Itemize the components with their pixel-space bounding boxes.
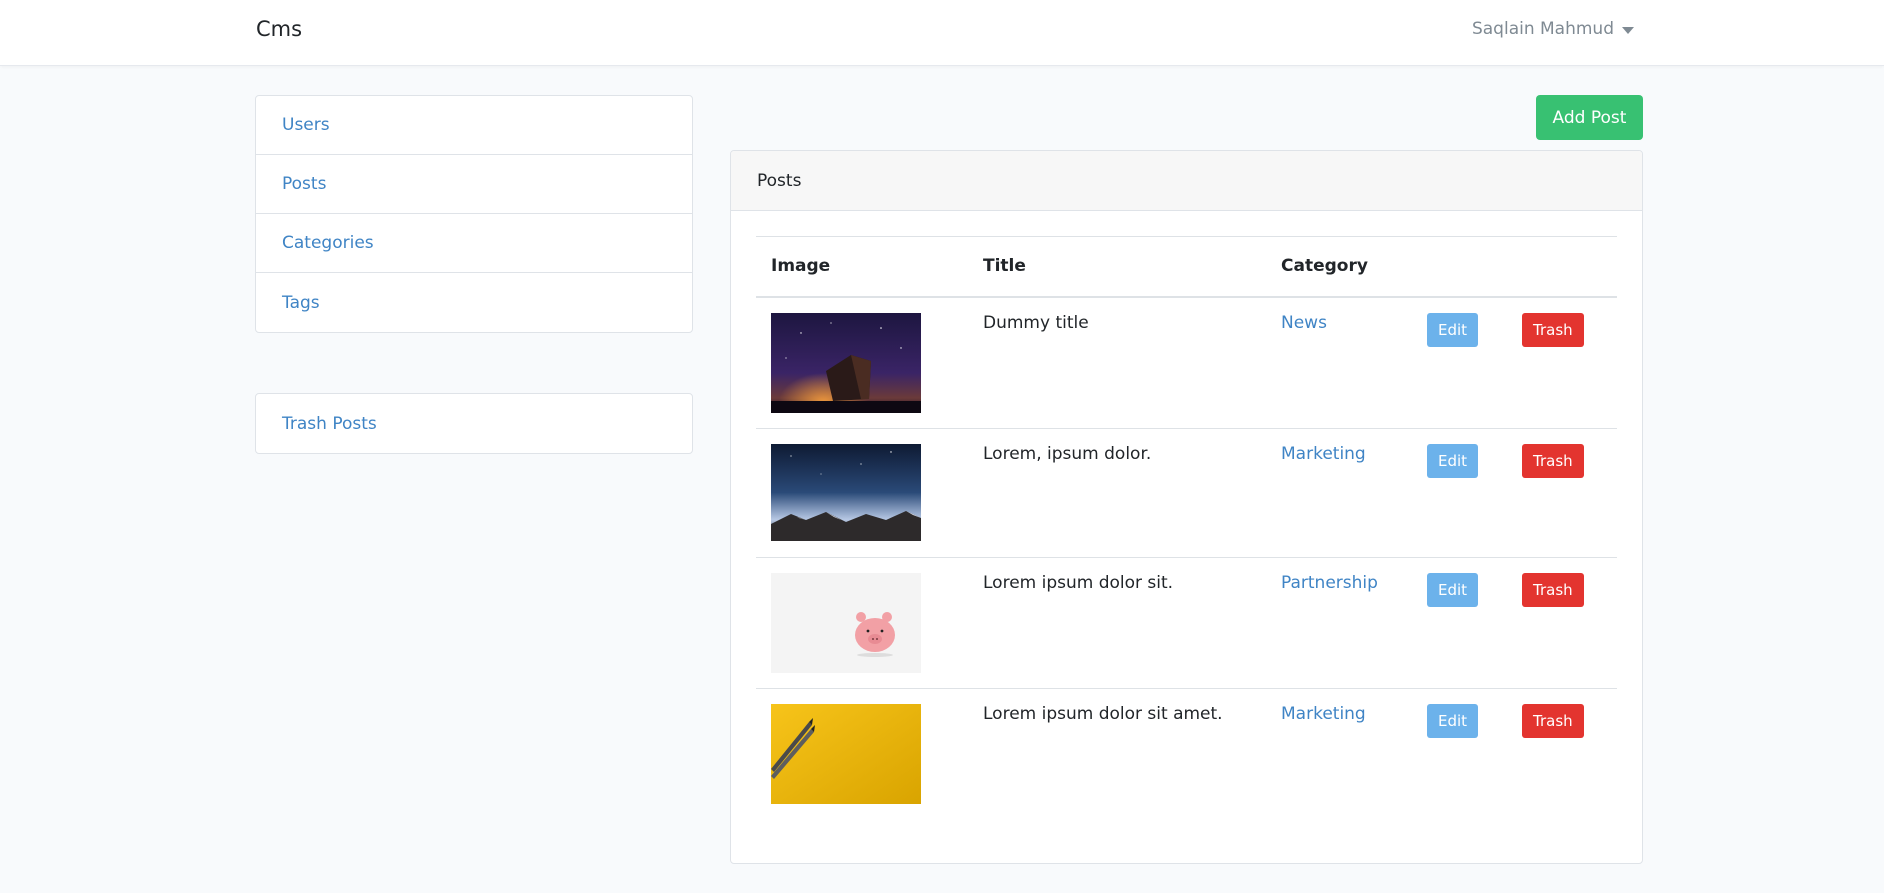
trash-button[interactable]: Trash — [1522, 312, 1584, 347]
top-navbar: Cms Saqlain Mahmud — [0, 0, 1884, 66]
add-post-button[interactable]: Add Post — [1536, 95, 1643, 140]
mountain-starry-sky-image — [771, 444, 921, 541]
sidebar-item-trash-posts[interactable]: Trash Posts — [256, 394, 692, 453]
column-header-category: Category — [1266, 236, 1412, 298]
table-row: Lorem ipsum dolor sit. Partnership Edit … — [756, 557, 1617, 689]
user-name: Saqlain Mahmud — [1471, 19, 1614, 39]
edit-button[interactable]: Edit — [1427, 444, 1479, 478]
post-category-link[interactable]: News — [1281, 313, 1327, 333]
caret-down-icon — [1622, 26, 1634, 34]
sidebar-item-categories[interactable]: Categories — [256, 214, 692, 273]
post-title: Lorem, ipsum dolor. — [968, 428, 1266, 558]
post-category-link[interactable]: Partnership — [1281, 573, 1378, 593]
sidebar-item-users[interactable]: Users — [256, 96, 692, 155]
column-header-image: Image — [756, 236, 968, 298]
post-category-link[interactable]: Marketing — [1281, 444, 1366, 464]
edit-button[interactable]: Edit — [1427, 312, 1479, 347]
post-title: Lorem ipsum dolor sit. — [968, 557, 1266, 689]
table-row: Dummy title News Edit Trash — [756, 297, 1617, 429]
table-row: Lorem, ipsum dolor. Marketing Edit Trash — [756, 428, 1617, 558]
column-header-title: Title — [968, 236, 1266, 298]
sidebar-item-tags[interactable]: Tags — [256, 273, 692, 332]
post-category-link[interactable]: Marketing — [1281, 704, 1366, 724]
sidebar: Users Posts Categories Tags Trash Posts — [255, 95, 693, 454]
posts-table: Image Title Category Dummy title News Ed… — [756, 236, 1617, 820]
post-title: Dummy title — [983, 312, 1089, 333]
edit-button[interactable]: Edit — [1427, 573, 1479, 607]
user-menu-dropdown[interactable]: Saqlain Mahmud — [1472, 19, 1634, 39]
post-title: Lorem ipsum dolor sit amet. — [968, 688, 1266, 820]
trash-button[interactable]: Trash — [1522, 704, 1584, 738]
brand-link[interactable]: Cms — [256, 17, 302, 41]
trash-button[interactable]: Trash — [1522, 444, 1584, 478]
sidebar-trash-group: Trash Posts — [255, 393, 693, 454]
posts-card: Posts Image Title Category Dummy title N… — [730, 150, 1643, 864]
sidebar-item-posts[interactable]: Posts — [256, 155, 692, 214]
sidebar-nav: Users Posts Categories Tags — [255, 95, 693, 333]
table-row: Lorem ipsum dolor sit amet. Marketing Ed… — [756, 688, 1617, 820]
piggy-bank-image — [771, 573, 921, 673]
card-title: Posts — [731, 151, 1642, 211]
ship-night-sky-image — [771, 312, 921, 413]
trash-button[interactable]: Trash — [1522, 573, 1584, 607]
pencils-yellow-image — [771, 704, 921, 804]
edit-button[interactable]: Edit — [1427, 704, 1479, 738]
